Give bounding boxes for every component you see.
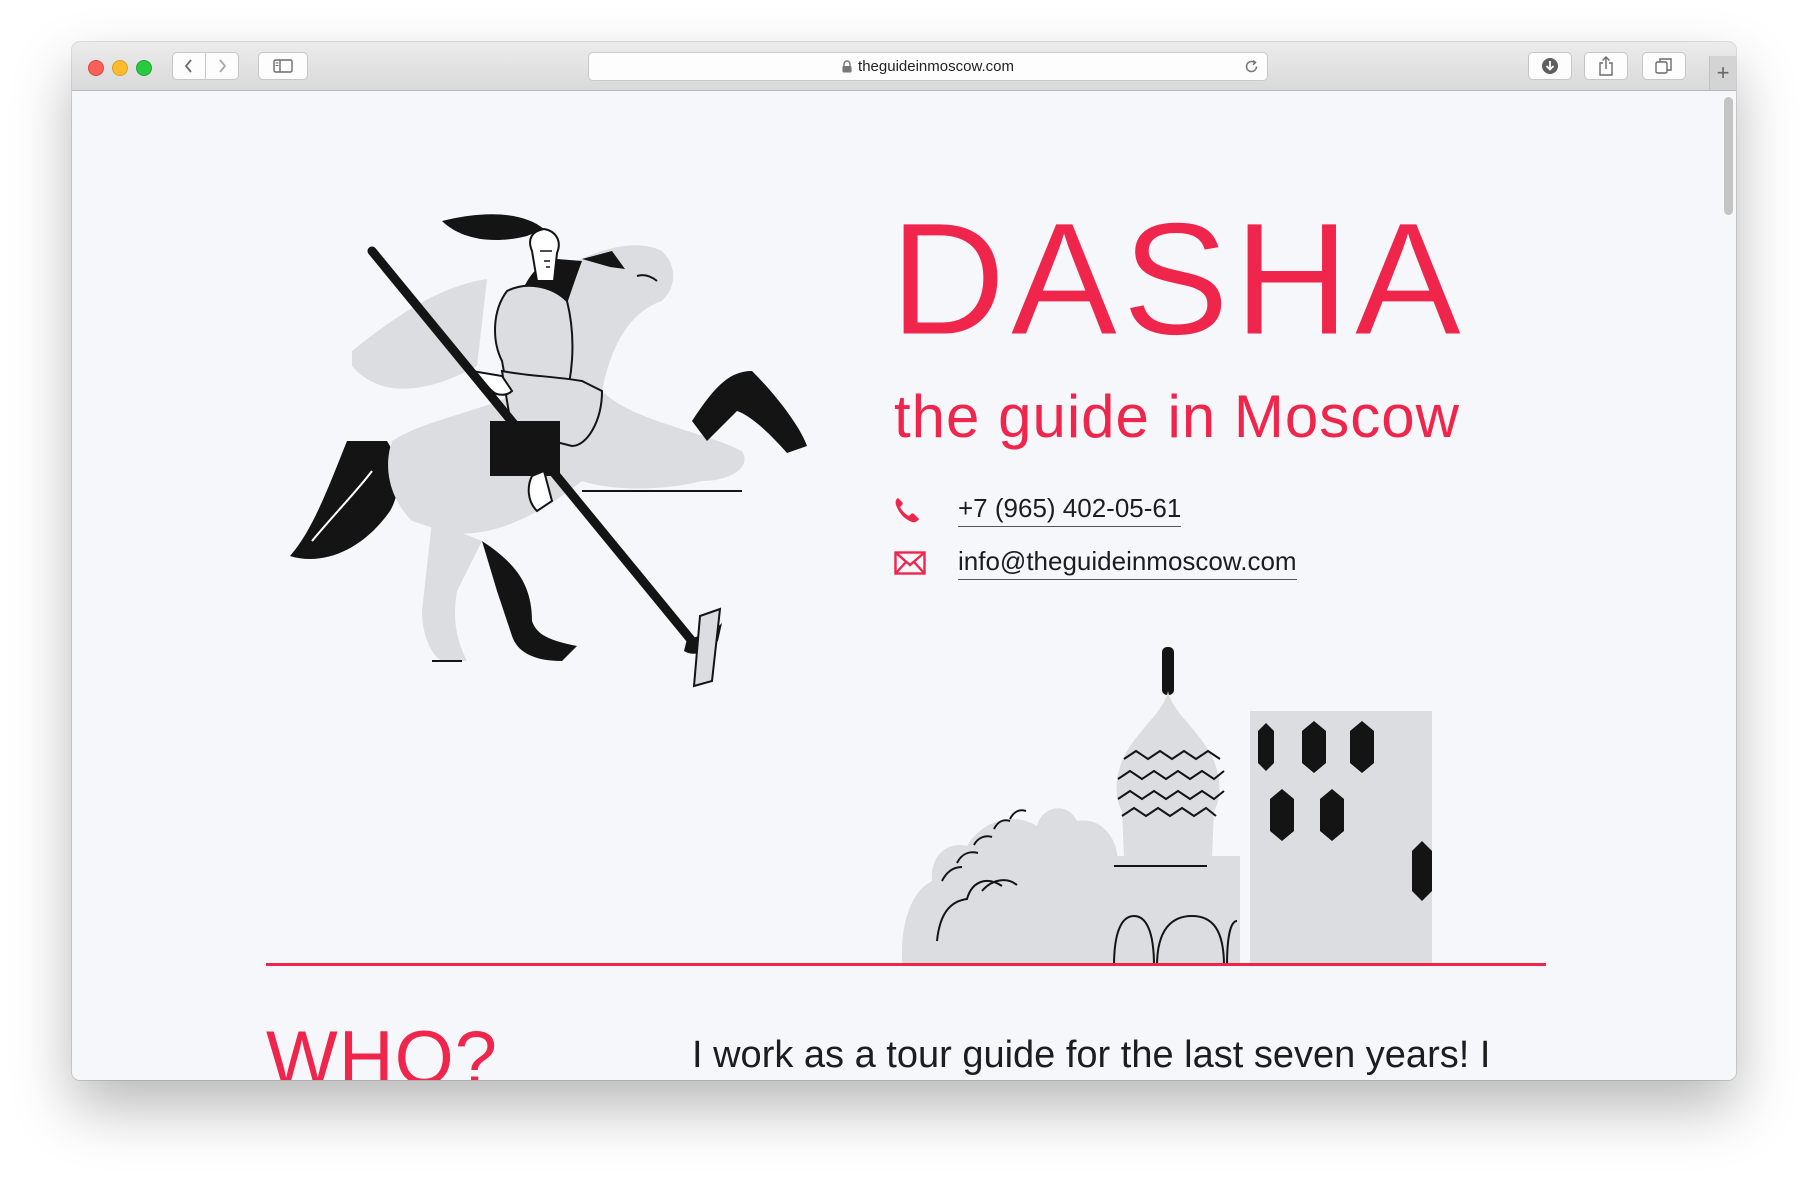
tabs-overview-button[interactable] bbox=[1642, 52, 1686, 80]
who-paragraph: I work as a tour guide for the last seve… bbox=[692, 1034, 1491, 1076]
moscow-skyline-illustration bbox=[902, 647, 1432, 966]
phone-link[interactable]: +7 (965) 402-05-61 bbox=[958, 493, 1182, 527]
envelope-icon bbox=[894, 551, 932, 575]
address-url: theguideinmoscow.com bbox=[858, 58, 1014, 75]
hero-title: DASHA bbox=[889, 189, 1467, 368]
browser-toolbar: theguideinmoscow.com + bbox=[72, 42, 1736, 91]
email-contact: info@theguideinmoscow.com bbox=[894, 546, 1297, 580]
knight-on-horse-illustration bbox=[290, 214, 807, 688]
close-window-button[interactable] bbox=[88, 60, 104, 76]
tabs-icon bbox=[1655, 58, 1672, 74]
new-tab-button[interactable]: + bbox=[1709, 56, 1736, 90]
download-icon bbox=[1542, 58, 1558, 74]
forward-button[interactable] bbox=[205, 52, 239, 80]
web-page: DASHA the guide in Moscow +7 (965) 402-0… bbox=[72, 91, 1736, 1080]
chevron-right-icon bbox=[219, 59, 227, 73]
scrollbar[interactable] bbox=[1724, 97, 1733, 215]
sidebar-icon bbox=[273, 59, 293, 73]
minimize-window-button[interactable] bbox=[112, 60, 128, 76]
phone-contact: +7 (965) 402-05-61 bbox=[894, 493, 1182, 527]
reload-icon[interactable] bbox=[1244, 59, 1259, 78]
browser-window: theguideinmoscow.com + DASHA the guide i… bbox=[72, 42, 1736, 1080]
chevron-left-icon bbox=[184, 59, 192, 73]
who-heading: WHO? bbox=[266, 1016, 498, 1081]
share-button[interactable] bbox=[1584, 52, 1628, 80]
zoom-window-button[interactable] bbox=[136, 60, 152, 76]
section-divider bbox=[266, 963, 1546, 966]
hero-subtitle: the guide in Moscow bbox=[894, 383, 1460, 450]
sidebar-toggle-button[interactable] bbox=[258, 52, 308, 80]
back-button[interactable] bbox=[172, 52, 206, 80]
address-bar[interactable]: theguideinmoscow.com bbox=[588, 52, 1268, 81]
phone-icon bbox=[894, 496, 932, 524]
lock-icon bbox=[842, 60, 852, 73]
downloads-button[interactable] bbox=[1528, 52, 1572, 80]
email-link[interactable]: info@theguideinmoscow.com bbox=[958, 546, 1297, 580]
share-icon bbox=[1599, 56, 1613, 76]
